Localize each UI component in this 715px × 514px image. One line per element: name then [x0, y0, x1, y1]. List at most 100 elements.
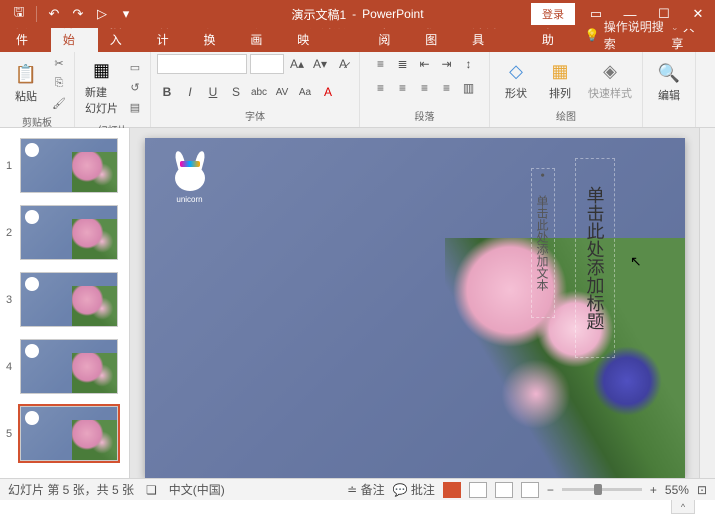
sorter-view-icon[interactable] — [469, 482, 487, 498]
comments-button[interactable]: 💬 批注 — [393, 481, 435, 498]
change-case-button[interactable]: Aa — [295, 82, 315, 102]
zoom-slider[interactable] — [562, 488, 642, 491]
document-name: 演示文稿1 — [291, 6, 346, 23]
thumb-preview — [20, 339, 118, 394]
spacing-button[interactable]: AV — [272, 82, 292, 102]
reading-view-icon[interactable] — [495, 482, 513, 498]
group-font: A▴ A▾ A̷ B I U S abc AV Aa A 字体 — [151, 52, 360, 127]
reset-icon[interactable]: ↺ — [126, 78, 144, 96]
copy-icon[interactable]: ⎘ — [50, 74, 68, 92]
status-bar: 幻灯片 第 5 张，共 5 张 ❏ 中文(中国) ≐ 备注 💬 批注 − + 5… — [0, 478, 715, 500]
slideshow-view-icon[interactable] — [521, 482, 539, 498]
slide-thumbnails-panel: 1 2 3 4 5 — [0, 128, 130, 478]
zoom-level[interactable]: 55% — [665, 483, 689, 497]
justify-icon[interactable]: ≡ — [437, 78, 457, 98]
paste-button[interactable]: 📋 粘贴 — [6, 58, 46, 108]
close-icon[interactable]: ✕ — [681, 0, 715, 28]
line-spacing-icon[interactable]: ↕ — [459, 54, 479, 74]
title-placeholder[interactable]: 单击此处添加标题 — [575, 158, 615, 358]
new-slide-icon: ▦ — [90, 58, 114, 82]
shapes-icon: ◇ — [504, 59, 528, 83]
start-slideshow-icon[interactable]: ▷ — [91, 3, 113, 25]
find-icon: 🔍 — [657, 61, 681, 85]
thumbnail-slide-3[interactable]: 3 — [0, 268, 129, 331]
shadow-button[interactable]: abc — [249, 82, 269, 102]
login-button[interactable]: 登录 — [531, 3, 575, 25]
shapes-button[interactable]: ◇ 形状 — [496, 55, 536, 105]
vertical-scrollbar[interactable] — [699, 128, 715, 478]
save-icon[interactable]: 🖫 — [8, 3, 30, 25]
subtitle-placeholder[interactable]: 单击此处添加文本 — [531, 168, 555, 318]
ribbon: 📋 粘贴 ✂ ⎘ 🖌 剪贴板 ▦ 新建 幻灯片 ▭ ↺ ▤ 幻灯片 — [0, 52, 715, 128]
undo-icon[interactable]: ↶ — [43, 3, 65, 25]
thumb-number: 3 — [6, 294, 16, 306]
arrange-button[interactable]: ▦ 排列 — [540, 55, 580, 105]
group-clipboard: 📋 粘贴 ✂ ⎘ 🖌 剪贴板 — [0, 52, 75, 127]
strikethrough-button[interactable]: S — [226, 82, 246, 102]
slide-background-image — [445, 238, 685, 478]
align-center-icon[interactable]: ≡ — [393, 78, 413, 98]
fit-to-window-icon[interactable]: ⊡ — [697, 483, 707, 497]
zoom-in-icon[interactable]: + — [650, 483, 657, 497]
quick-styles-button[interactable]: ◈ 快速样式 — [584, 55, 636, 105]
slide-canvas[interactable]: unicorn 单击此处添加标题 单击此处添加文本 — [145, 138, 685, 478]
styles-icon: ◈ — [598, 59, 622, 83]
thumb-number: 5 — [6, 428, 16, 440]
quick-access-toolbar: 🖫 ↶ ↷ ▷ ▾ — [0, 3, 137, 25]
workspace: 1 2 3 4 5 ↖ unicorn 单击此处添加标题 单击此处添加文本 — [0, 128, 715, 478]
app-name: PowerPoint — [362, 7, 423, 21]
cut-icon[interactable]: ✂ — [50, 54, 68, 72]
font-size-select[interactable] — [250, 54, 284, 74]
spellcheck-icon[interactable]: ❏ — [146, 483, 157, 497]
increase-font-icon[interactable]: A▴ — [287, 54, 307, 74]
group-label: 字体 — [245, 106, 265, 125]
increase-indent-icon[interactable]: ⇥ — [437, 54, 457, 74]
columns-icon[interactable]: ▥ — [459, 78, 479, 98]
lightbulb-icon: 💡 — [585, 28, 600, 42]
thumbnail-slide-5[interactable]: 5 — [0, 402, 129, 465]
section-icon[interactable]: ▤ — [126, 98, 144, 116]
group-label: 段落 — [415, 106, 435, 125]
slide-canvas-area: ↖ unicorn 单击此处添加标题 单击此处添加文本 — [130, 128, 699, 478]
thumb-preview — [20, 138, 118, 193]
bullets-icon[interactable]: ≡ — [371, 54, 391, 74]
thumbnail-slide-2[interactable]: 2 — [0, 201, 129, 264]
group-editing: 🔍 编辑 — [643, 52, 696, 127]
font-color-button[interactable]: A — [318, 82, 338, 102]
redo-icon[interactable]: ↷ — [67, 3, 89, 25]
language-indicator[interactable]: 中文(中国) — [169, 481, 225, 498]
qat-customize-icon[interactable]: ▾ — [115, 3, 137, 25]
format-painter-icon[interactable]: 🖌 — [50, 94, 68, 112]
slide-counter: 幻灯片 第 5 张，共 5 张 — [8, 481, 134, 498]
italic-button[interactable]: I — [180, 82, 200, 102]
group-slides: ▦ 新建 幻灯片 ▭ ↺ ▤ 幻灯片 — [75, 52, 151, 127]
thumb-number: 1 — [6, 160, 16, 172]
decrease-font-icon[interactable]: A▾ — [310, 54, 330, 74]
tell-me-search[interactable]: 💡 操作说明搜索 — [585, 18, 672, 52]
group-label: 绘图 — [556, 106, 576, 125]
underline-button[interactable]: U — [203, 82, 223, 102]
bold-button[interactable]: B — [157, 82, 177, 102]
thumb-preview — [20, 205, 118, 260]
paste-icon: 📋 — [14, 62, 38, 86]
notes-button[interactable]: ≐ 备注 — [347, 481, 384, 498]
clear-format-icon[interactable]: A̷ — [333, 54, 353, 74]
thumb-number: 2 — [6, 227, 16, 239]
collapse-ribbon-icon[interactable]: ^ — [671, 500, 695, 514]
zoom-out-icon[interactable]: − — [547, 483, 554, 497]
numbering-icon[interactable]: ≣ — [393, 54, 413, 74]
group-paragraph: ≡ ≣ ⇤ ⇥ ↕ ≡ ≡ ≡ ≡ ▥ 段落 — [360, 52, 490, 127]
layout-icon[interactable]: ▭ — [126, 58, 144, 76]
thumbnail-slide-4[interactable]: 4 — [0, 335, 129, 398]
slide-logo: unicorn — [165, 153, 215, 213]
align-right-icon[interactable]: ≡ — [415, 78, 435, 98]
decrease-indent-icon[interactable]: ⇤ — [415, 54, 435, 74]
font-family-select[interactable] — [157, 54, 247, 74]
thumbnail-slide-1[interactable]: 1 — [0, 134, 129, 197]
ribbon-tabs: 文件 开始 插入 设计 切换 动画 幻灯片放映 审阅 视图 开发工具 帮助 💡 … — [0, 28, 715, 52]
normal-view-icon[interactable] — [443, 482, 461, 498]
thumb-number: 4 — [6, 361, 16, 373]
align-left-icon[interactable]: ≡ — [371, 78, 391, 98]
editing-button[interactable]: 🔍 编辑 — [649, 57, 689, 107]
new-slide-button[interactable]: ▦ 新建 幻灯片 — [81, 54, 122, 120]
